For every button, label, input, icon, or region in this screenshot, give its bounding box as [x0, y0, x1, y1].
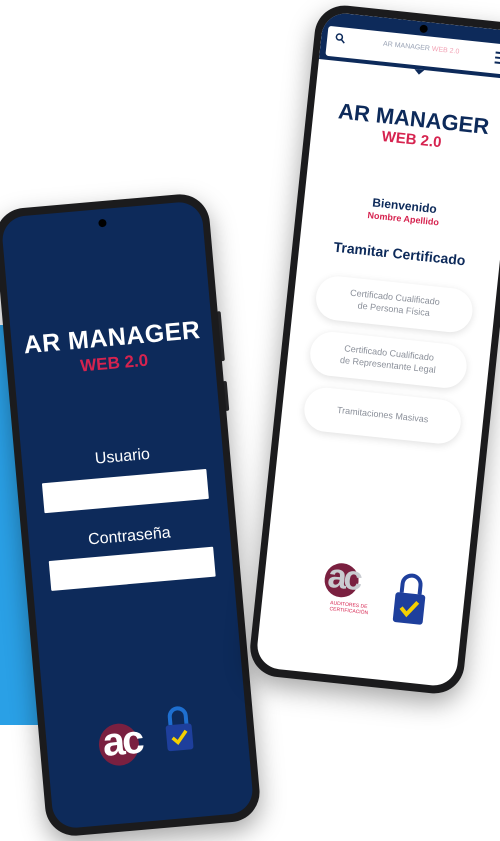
ac-logo-caption: AUDITORES DE CERTIFICACIÓN — [329, 600, 369, 616]
header-notch — [413, 69, 424, 76]
option-persona-fisica-button[interactable]: Certificado Cualificado de Persona Físic… — [313, 274, 475, 335]
top-bar-title-highlight: WEB 2.0 — [431, 45, 460, 56]
password-input[interactable] — [48, 546, 216, 591]
ac-logo-text: ac — [100, 717, 144, 765]
camera-icon — [418, 24, 428, 34]
section-title: Tramitar Certificado — [332, 238, 467, 269]
login-phone: AR MANAGER WEB 2.0 Usuario Contraseña ac — [0, 191, 263, 839]
camera-icon — [97, 218, 107, 228]
top-bar-title: AR MANAGER WEB 2.0 — [327, 35, 500, 62]
top-bar-title-text: AR MANAGER — [382, 40, 431, 53]
app-screen: AR MANAGER WEB 2.0 AR MANAGER WEB 2.0 Bi… — [255, 11, 500, 688]
ac-logo: ac — [97, 715, 171, 771]
app-phone: AR MANAGER WEB 2.0 AR MANAGER WEB 2.0 Bi… — [247, 2, 500, 697]
top-bar: AR MANAGER WEB 2.0 — [325, 25, 500, 76]
lock-icon — [165, 706, 194, 752]
menu-icon[interactable] — [494, 51, 500, 65]
option-line: Tramitaciones Masivas — [336, 405, 429, 425]
ac-logo-text: ac — [326, 556, 362, 599]
option-tramitaciones-masivas-button[interactable]: Tramitaciones Masivas — [302, 385, 463, 446]
ac-logo: ac AUDITORES DE CERTIFICACIÓN — [319, 556, 386, 636]
option-representante-legal-button[interactable]: Certificado Cualificado de Representante… — [308, 329, 469, 391]
username-input[interactable] — [41, 468, 209, 514]
lock-icon — [392, 573, 426, 625]
